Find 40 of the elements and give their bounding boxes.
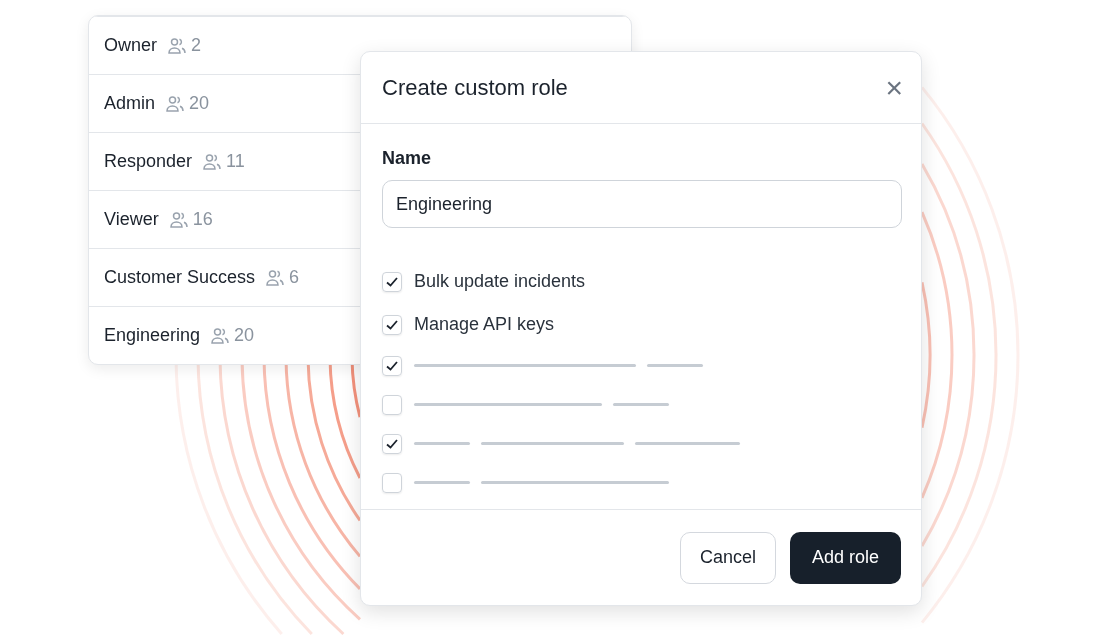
field-label: Name [382,148,432,169]
role-name: Admin [104,93,156,114]
checkbox[interactable] [382,394,402,415]
checkbox[interactable] [382,314,402,335]
name-input[interactable]: Engineering [382,180,902,228]
checkmark-icon [386,360,398,371]
people-icon [265,267,286,288]
member-count: 11 [226,151,245,172]
checkmark-icon [386,438,398,449]
placeholder-line [414,481,470,484]
people-icon [210,325,231,346]
member-count: 20 [189,93,210,114]
checkmark-icon [386,276,398,287]
add-role-button[interactable]: Add role [790,531,901,584]
member-count: 2 [191,35,202,56]
permission-label: Manage API keys [414,314,555,335]
permission-label: Bulk update incidents [414,271,586,292]
people-icon [165,93,186,114]
checkbox[interactable] [382,472,402,493]
checkbox[interactable] [382,271,402,292]
people-icon [167,35,187,56]
member-count: 16 [192,209,213,230]
role-name: Customer Success [104,267,256,288]
role-name: Engineering [104,325,201,346]
checkbox[interactable] [382,433,402,454]
member-count: 6 [289,267,300,288]
checkbox[interactable] [382,355,402,376]
member-count: 20 [234,325,255,346]
cancel-button[interactable]: Cancel [680,531,776,584]
placeholder-line [613,403,669,406]
people-icon [202,151,223,172]
role-name: Viewer [104,209,159,230]
placeholder-line [647,364,703,367]
people-icon [168,209,189,230]
role-name: Responder [104,151,193,172]
placeholder-line [414,442,470,445]
close-button[interactable]: × [885,72,903,103]
dialog-title: Create custom role [382,74,568,101]
checkmark-icon [386,319,398,330]
role-name: Owner [104,35,157,56]
